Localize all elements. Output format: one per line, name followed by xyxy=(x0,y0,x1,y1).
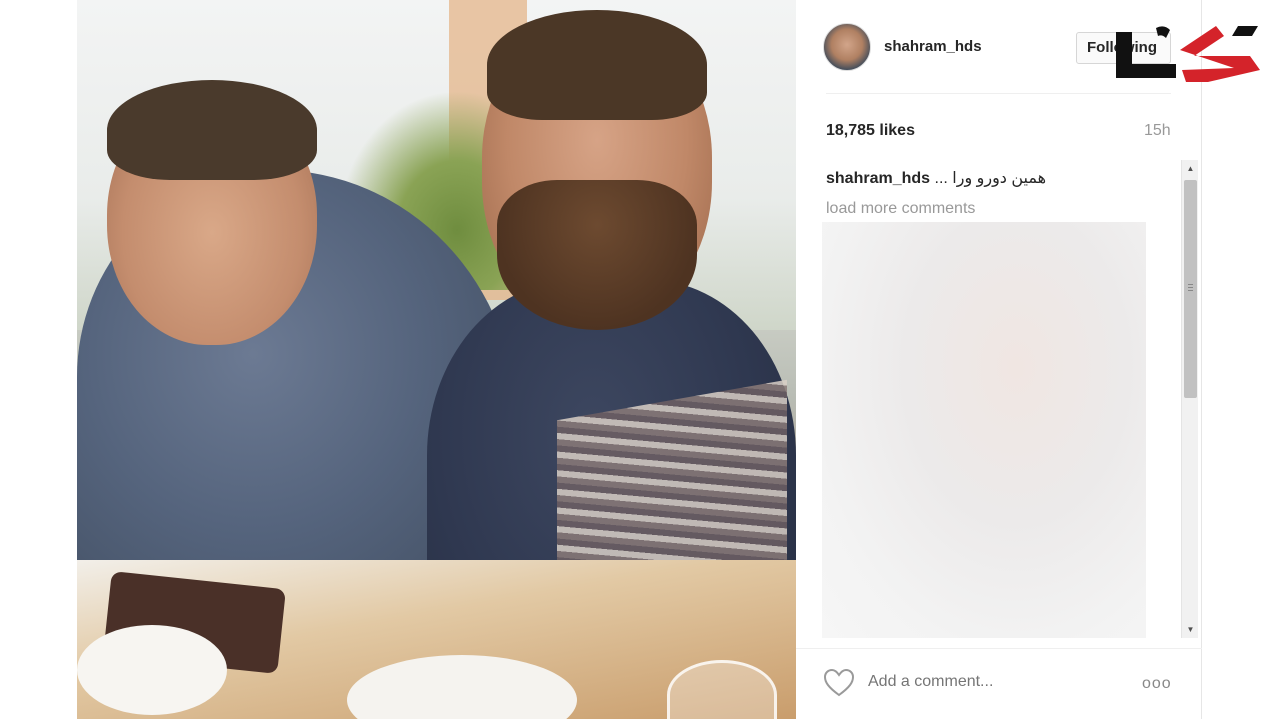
caption-text: همین دورو ورا ... xyxy=(934,170,1047,187)
photo-person-right-beard xyxy=(497,180,697,330)
post-photo xyxy=(77,0,796,719)
scroll-thumb[interactable] xyxy=(1184,180,1197,398)
avatar[interactable] xyxy=(823,23,871,71)
heart-icon[interactable] xyxy=(824,669,854,697)
username-link[interactable]: shahram_hds xyxy=(884,38,982,55)
scroll-down-icon[interactable]: ▼ xyxy=(1182,621,1199,638)
more-options-icon[interactable]: ooo xyxy=(1142,675,1172,693)
post-time[interactable]: 15h xyxy=(1144,122,1171,140)
photo-plate xyxy=(77,625,227,715)
scroll-up-icon[interactable]: ▲ xyxy=(1182,160,1199,177)
caption: shahram_hds همین دورو ورا ... xyxy=(826,168,1046,188)
blurred-comments xyxy=(822,222,1146,638)
comment-footer: ooo xyxy=(796,648,1202,719)
photo-person-left-hair xyxy=(107,80,317,180)
photo-person-right-hair xyxy=(487,10,707,120)
comments-list: shahram_hds همین دورو ورا ... load more … xyxy=(822,158,1185,638)
divider xyxy=(826,93,1171,94)
add-comment-input[interactable] xyxy=(868,673,1108,691)
likes-count[interactable]: 18,785 likes xyxy=(826,122,915,140)
caption-username[interactable]: shahram_hds xyxy=(826,170,930,187)
comments-scrollbar[interactable]: ▲ ▼ xyxy=(1181,160,1198,638)
scroll-grip-icon xyxy=(1188,284,1193,292)
site-logo xyxy=(1116,26,1260,82)
post-side-panel: shahram_hds Following 18,785 likes 15h s… xyxy=(796,0,1202,719)
load-more-comments-link[interactable]: load more comments xyxy=(826,200,975,218)
